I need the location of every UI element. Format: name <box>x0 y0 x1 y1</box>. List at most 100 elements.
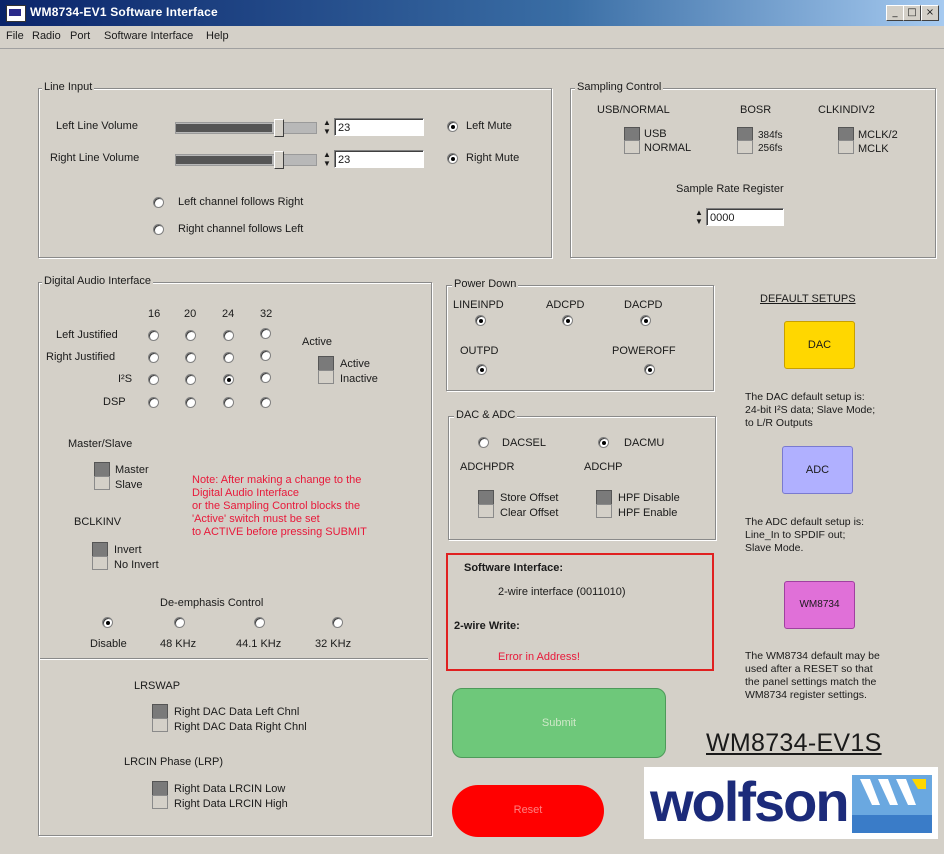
menu-radio[interactable]: Radio <box>32 30 61 42</box>
left-justified-label: Left Justified <box>56 329 118 341</box>
store-offset-label: Store Offset <box>500 492 559 504</box>
adcpd-radio[interactable] <box>562 315 573 326</box>
slider-thumb[interactable] <box>274 151 284 169</box>
software-interface-value: 2-wire interface (0011010) <box>498 586 626 598</box>
hpf-enable-toggle[interactable] <box>596 504 612 518</box>
deemph-44-radio[interactable] <box>254 617 265 628</box>
menu-file[interactable]: File <box>6 30 24 42</box>
lineinpd-label: LINEINPD <box>453 299 504 311</box>
bits-24-label: 24 <box>222 308 235 320</box>
dai-radio[interactable] <box>260 372 271 383</box>
poweroff-radio[interactable] <box>644 364 655 375</box>
dai-title: Digital Audio Interface <box>42 275 154 287</box>
deemph-48-label: 48 KHz <box>160 638 197 650</box>
note-line: or the Sampling Control blocks the <box>192 500 361 512</box>
no-invert-toggle[interactable] <box>92 556 108 570</box>
lrswap-on-toggle[interactable] <box>152 704 168 719</box>
usb-normal-label: USB/NORMAL <box>597 104 670 116</box>
adc-default-label: ADC <box>805 464 830 476</box>
desc-line: 24-bit I²S data; Slave Mode; <box>745 404 876 416</box>
right-follows-left-radio[interactable] <box>153 224 164 235</box>
dai-radio[interactable] <box>223 352 234 363</box>
i2s-label: I²S <box>118 373 133 385</box>
master-toggle[interactable] <box>94 462 110 477</box>
adc-default-button[interactable]: ADC <box>782 446 853 494</box>
hpf-disable-toggle[interactable] <box>596 490 612 505</box>
left-mute-radio[interactable] <box>447 121 458 132</box>
mclk2-label: MCLK/2 <box>858 129 898 141</box>
lrp-on-toggle[interactable] <box>152 781 168 796</box>
left-volume-spinner[interactable]: ▲ ▼ <box>322 118 332 136</box>
adchpdr-label: ADCHPDR <box>460 461 515 473</box>
menu-software-interface[interactable]: Software Interface <box>104 30 193 42</box>
deemph-label: De-emphasis Control <box>160 597 264 609</box>
minimize-icon[interactable]: _ <box>886 5 904 21</box>
dac-default-button[interactable]: DAC <box>784 321 855 369</box>
dacmu-radio[interactable] <box>598 437 609 448</box>
left-volume-field[interactable]: 23 <box>334 118 424 136</box>
lrswap-off-toggle[interactable] <box>152 718 168 732</box>
desc-line: The DAC default setup is: <box>745 391 865 403</box>
dai-radio-i2s-24[interactable] <box>223 374 234 385</box>
right-mute-radio[interactable] <box>447 153 458 164</box>
left-follows-right-radio[interactable] <box>153 197 164 208</box>
dai-radio[interactable] <box>223 330 234 341</box>
clkindiv2-label: CLKINDIV2 <box>818 104 875 116</box>
dai-radio[interactable] <box>223 397 234 408</box>
dai-radio[interactable] <box>260 350 271 361</box>
dai-radio[interactable] <box>185 330 196 341</box>
dai-radio[interactable] <box>148 352 159 363</box>
dai-radio[interactable] <box>260 328 271 339</box>
deemph-48-radio[interactable] <box>174 617 185 628</box>
slider-fill <box>176 124 272 132</box>
slider-thumb[interactable] <box>274 119 284 137</box>
dai-radio[interactable] <box>148 397 159 408</box>
dacpd-radio[interactable] <box>640 315 651 326</box>
bits-32-label: 32 <box>260 308 273 320</box>
sample-rate-field[interactable]: 0000 <box>706 208 784 226</box>
wm8734-default-button[interactable]: WM8734 <box>784 581 855 629</box>
right-follows-left-label: Right channel follows Left <box>178 223 304 235</box>
sample-rate-spinner[interactable]: ▲ ▼ <box>694 208 704 226</box>
dai-radio[interactable] <box>260 397 271 408</box>
lineinpd-radio[interactable] <box>475 315 486 326</box>
outpd-radio[interactable] <box>476 364 487 375</box>
lrp-off-toggle[interactable] <box>152 795 168 809</box>
dai-radio[interactable] <box>148 330 159 341</box>
submit-button[interactable]: Submit <box>452 688 666 758</box>
fs256-label: 256fs <box>758 143 783 154</box>
invert-toggle[interactable] <box>92 542 108 557</box>
dacmu-label: DACMU <box>624 437 665 449</box>
active-toggle[interactable] <box>318 356 334 371</box>
note-line: 'Active' switch must be set <box>192 513 320 525</box>
right-volume-spinner[interactable]: ▲ ▼ <box>322 150 332 168</box>
right-volume-slider[interactable] <box>175 151 317 169</box>
right-volume-field[interactable]: 23 <box>334 150 424 168</box>
bosr-256-toggle[interactable] <box>737 140 753 154</box>
slave-toggle[interactable] <box>94 476 110 490</box>
dai-radio[interactable] <box>185 352 196 363</box>
dac-adc-group <box>448 416 716 540</box>
note-line: Digital Audio Interface <box>192 487 300 499</box>
dai-radio[interactable] <box>185 397 196 408</box>
maximize-icon[interactable]: □ <box>903 5 921 21</box>
clear-offset-toggle[interactable] <box>478 504 494 518</box>
close-icon[interactable]: × <box>921 5 939 21</box>
menu-port[interactable]: Port <box>70 30 90 42</box>
inactive-toggle[interactable] <box>318 370 334 384</box>
sampling-control-title: Sampling Control <box>575 81 664 93</box>
reset-button[interactable]: Reset <box>452 785 604 837</box>
mclk-toggle[interactable] <box>838 140 854 154</box>
store-offset-toggle[interactable] <box>478 490 494 505</box>
right-justified-label: Right Justified <box>46 351 116 363</box>
deemph-disable-radio[interactable] <box>102 617 113 628</box>
dacsel-radio[interactable] <box>478 437 489 448</box>
deemph-32-radio[interactable] <box>332 617 343 628</box>
menu-help[interactable]: Help <box>206 30 229 42</box>
desc-line: Slave Mode. <box>745 542 804 554</box>
left-volume-slider[interactable] <box>175 119 317 137</box>
normal-toggle[interactable] <box>624 140 640 154</box>
adchp-label: ADCHP <box>584 461 623 473</box>
dai-radio[interactable] <box>148 374 159 385</box>
dai-radio[interactable] <box>185 374 196 385</box>
